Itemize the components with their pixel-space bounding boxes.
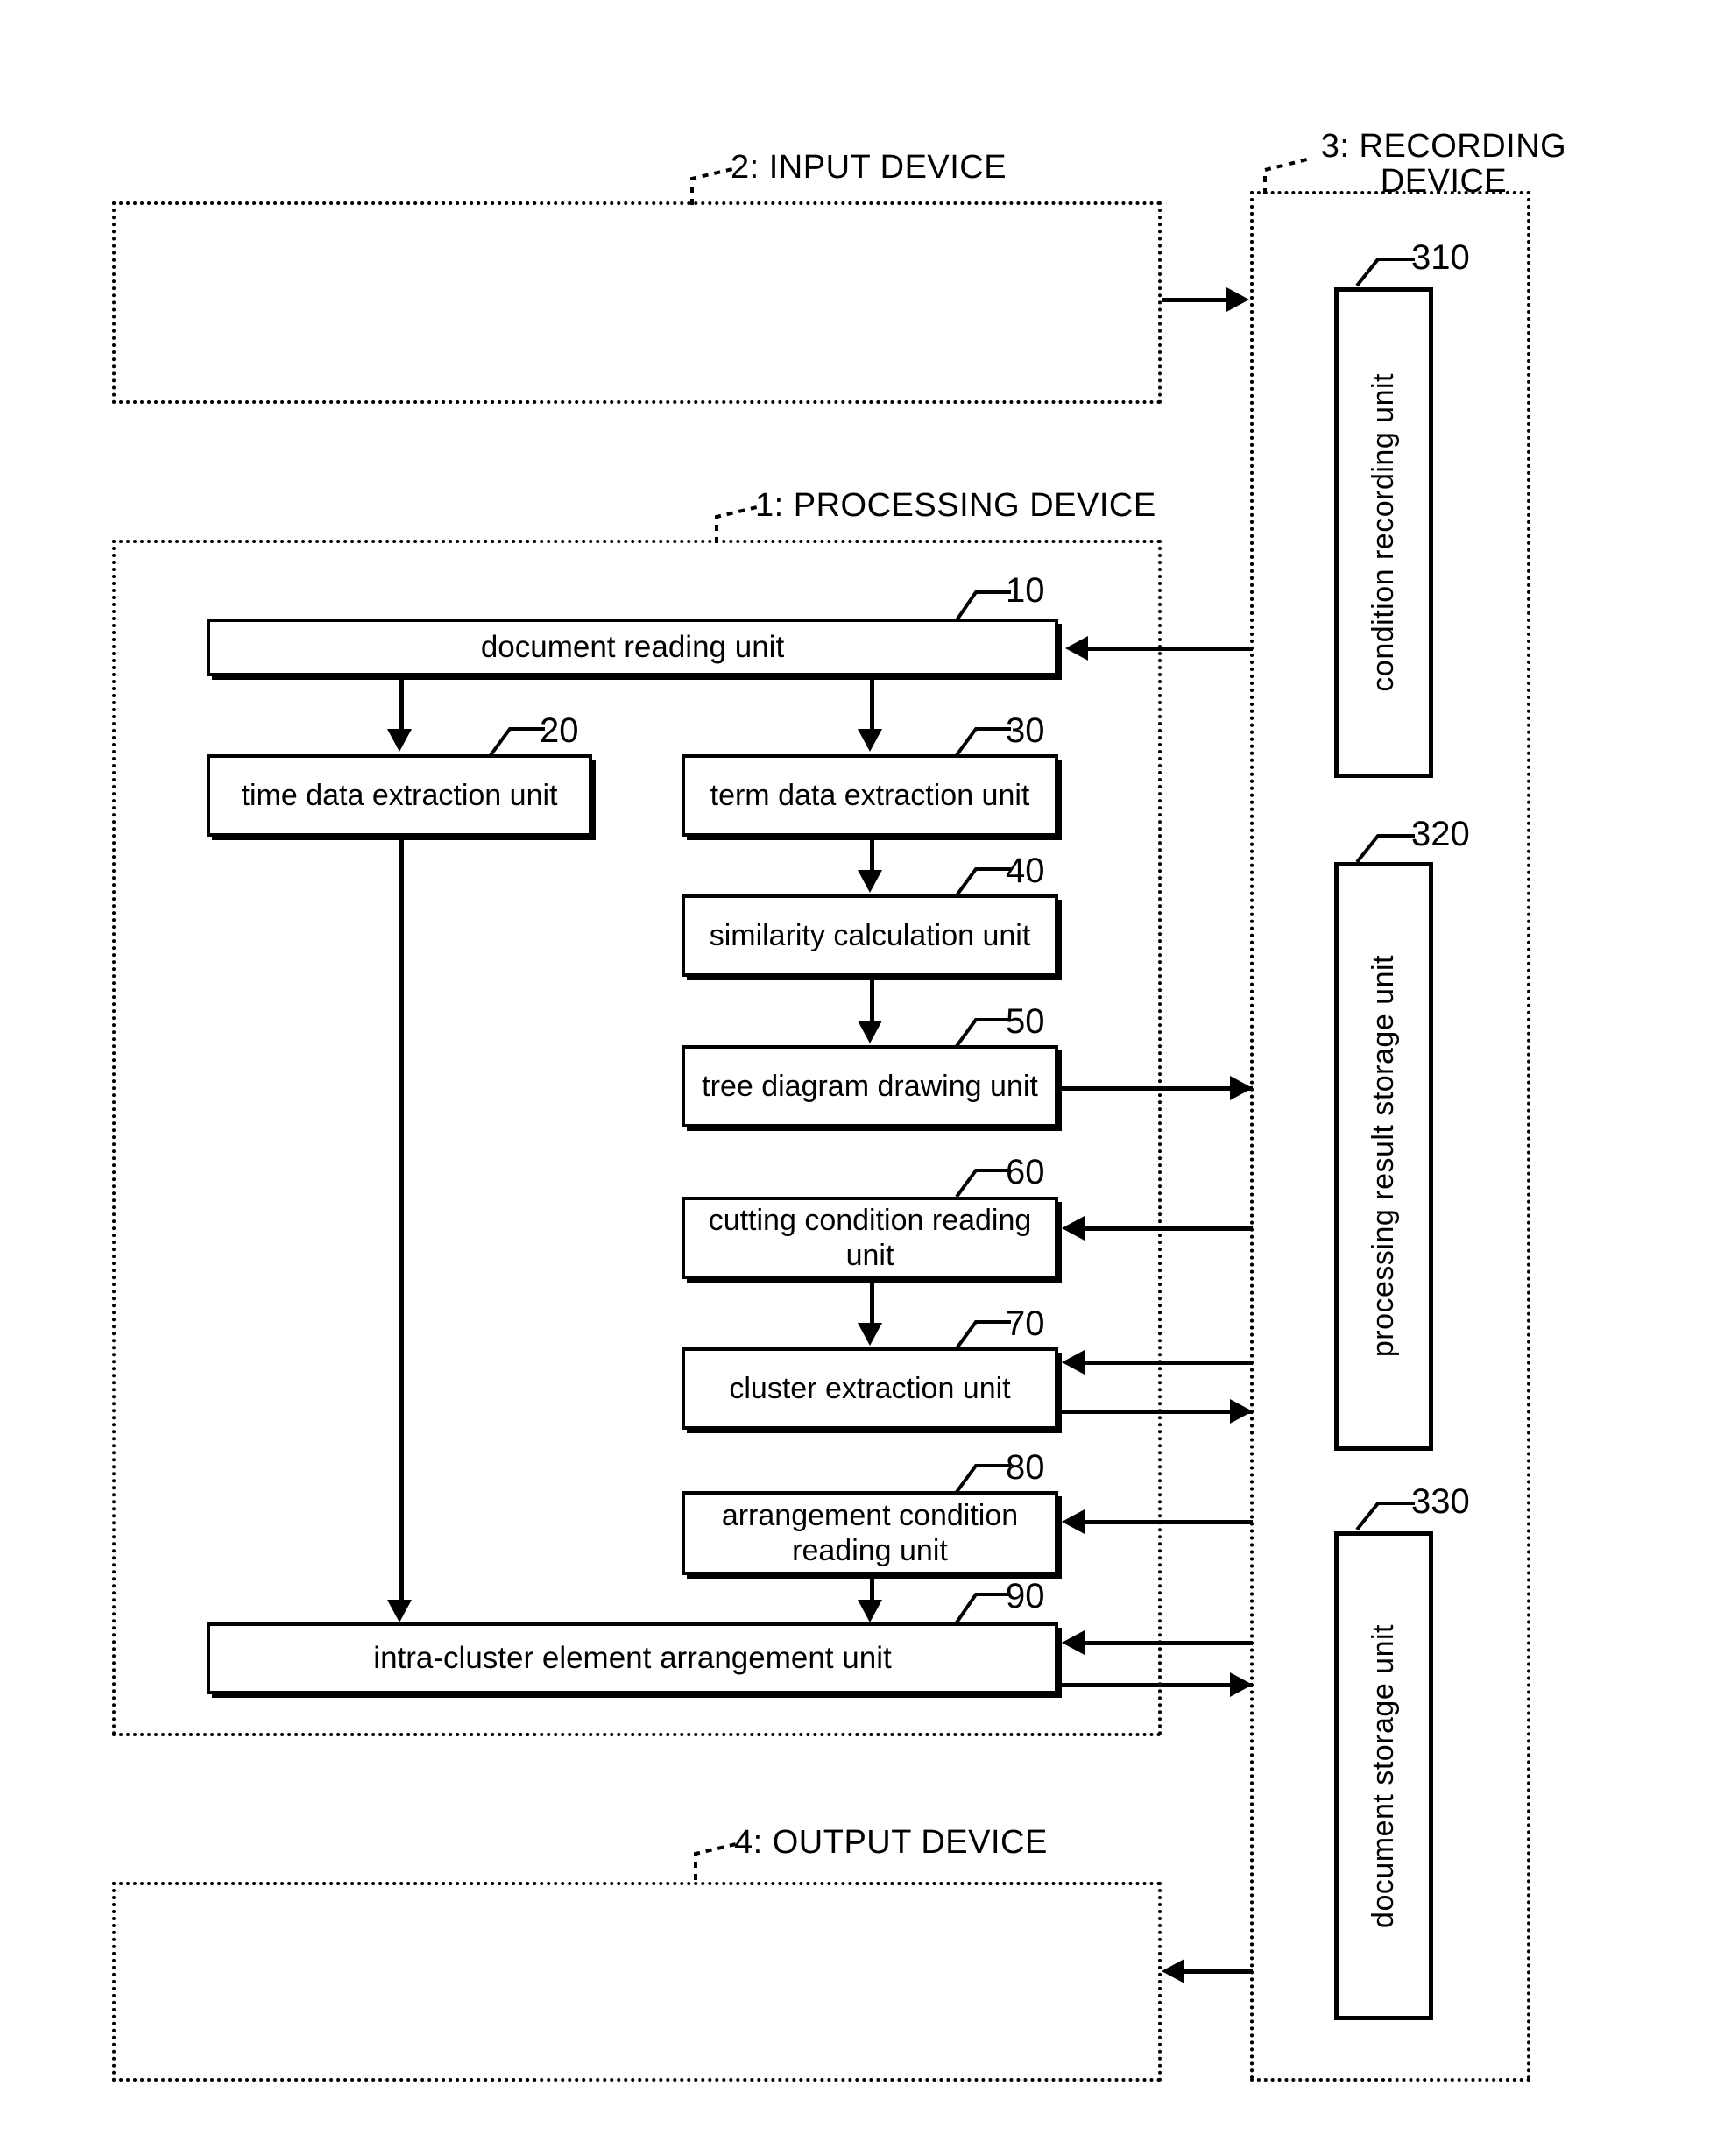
connector-320-to-70 (1085, 1361, 1253, 1365)
arrowhead-30-to-40 (858, 870, 882, 893)
unit-intra-cluster-element-arrangement[interactable]: intra-cluster element arrangement unit (207, 1622, 1058, 1694)
arrowhead-60-to-70 (858, 1323, 882, 1346)
connector-60-to-70 (870, 1279, 874, 1325)
connector-20-to-90 (399, 837, 404, 1601)
connector-40-to-50 (870, 977, 874, 1022)
arrowhead-20-to-90 (387, 1600, 412, 1622)
ref-label-310: 310 (1411, 238, 1470, 277)
arrowhead-70-to-320 (1230, 1399, 1253, 1424)
unit-time-data-extraction[interactable]: time data extraction unit (207, 754, 592, 837)
connector-recording-to-output (1184, 1969, 1253, 1974)
arrowhead-10-to-20 (387, 729, 412, 752)
unit-term-data-extraction[interactable]: term data extraction unit (682, 754, 1058, 837)
leader-input-device (690, 166, 737, 205)
unit-document-storage[interactable]: document storage unit (1334, 1531, 1433, 2020)
unit-similarity-calculation[interactable]: similarity calculation unit (682, 894, 1058, 977)
unit-document-reading[interactable]: document reading unit (207, 619, 1058, 676)
leader-recording-device (1263, 158, 1308, 194)
arrowhead-10-to-30 (858, 729, 882, 752)
leader-ref-320 (1355, 834, 1415, 864)
unit-condition-recording[interactable]: condition recording unit (1334, 287, 1433, 778)
connector-80-to-90 (870, 1575, 874, 1601)
connector-input-to-recording (1162, 298, 1228, 302)
arrowhead-90-to-330 (1230, 1672, 1253, 1697)
arrowhead-320-to-80 (1062, 1509, 1085, 1534)
unit-condition-recording-label: condition recording unit (1367, 373, 1400, 692)
container-output-device (112, 1882, 1162, 2082)
container-input-device (112, 201, 1162, 404)
arrowhead-320-to-70 (1062, 1350, 1085, 1375)
leader-ref-80 (955, 1464, 1011, 1494)
unit-cutting-condition-reading[interactable]: cutting condition reading unit (682, 1197, 1058, 1279)
unit-processing-result-storage-label: processing result storage unit (1367, 955, 1400, 1358)
leader-ref-310 (1355, 258, 1415, 287)
connector-10-to-30 (870, 676, 874, 729)
leader-ref-60 (955, 1169, 1011, 1198)
unit-document-storage-label: document storage unit (1367, 1623, 1400, 1928)
container-label-recording-device: 3: RECORDING DEVICE (1320, 128, 1567, 200)
unit-cluster-extraction[interactable]: cluster extraction unit (682, 1347, 1058, 1430)
leader-output-device (694, 1841, 740, 1880)
container-label-input-device: 2: INPUT DEVICE (731, 149, 1007, 186)
leader-ref-20 (489, 727, 545, 757)
container-label-output-device: 4: OUTPUT DEVICE (734, 1824, 1048, 1861)
ref-label-320: 320 (1411, 815, 1470, 853)
leader-ref-90 (955, 1593, 1011, 1624)
connector-90-to-330 (1058, 1683, 1253, 1687)
arrowhead-40-to-50 (858, 1021, 882, 1043)
leader-processing-device (715, 505, 761, 543)
connector-330-to-90 (1085, 1641, 1253, 1645)
connector-30-to-40 (870, 837, 874, 872)
figure-canvas: 2: INPUT DEVICE 3: RECORDING DEVICE 1: P… (0, 0, 1710, 2156)
leader-ref-40 (955, 867, 1011, 897)
recording-device-inner-divider (1250, 191, 1254, 2082)
arrowhead-50-to-320 (1230, 1076, 1253, 1100)
arrowhead-330-to-90 (1062, 1630, 1085, 1655)
connector-320-to-60 (1085, 1226, 1253, 1231)
connector-320-to-80 (1085, 1520, 1253, 1524)
container-label-processing-device: 1: PROCESSING DEVICE (755, 487, 1156, 524)
leader-ref-330 (1355, 1502, 1415, 1531)
unit-tree-diagram-drawing[interactable]: tree diagram drawing unit (682, 1045, 1058, 1127)
leader-ref-50 (955, 1018, 1011, 1048)
leader-ref-30 (955, 727, 1011, 757)
connector-50-to-320 (1058, 1086, 1253, 1091)
ref-label-330: 330 (1411, 1482, 1470, 1521)
arrowhead-recording-to-document-reading (1065, 636, 1088, 661)
arrowhead-recording-to-output (1162, 1959, 1184, 1983)
connector-10-to-20 (399, 676, 404, 729)
arrowhead-320-to-60 (1062, 1216, 1085, 1241)
connector-70-to-320 (1058, 1410, 1253, 1414)
unit-arrangement-condition-reading[interactable]: arrangement condition reading unit (682, 1491, 1058, 1575)
leader-ref-70 (955, 1320, 1011, 1350)
connector-recording-to-document-reading (1088, 647, 1253, 651)
leader-ref-10 (955, 590, 1011, 622)
arrowhead-input-to-recording (1226, 287, 1249, 312)
arrowhead-80-to-90 (858, 1600, 882, 1622)
unit-processing-result-storage[interactable]: processing result storage unit (1334, 862, 1433, 1451)
